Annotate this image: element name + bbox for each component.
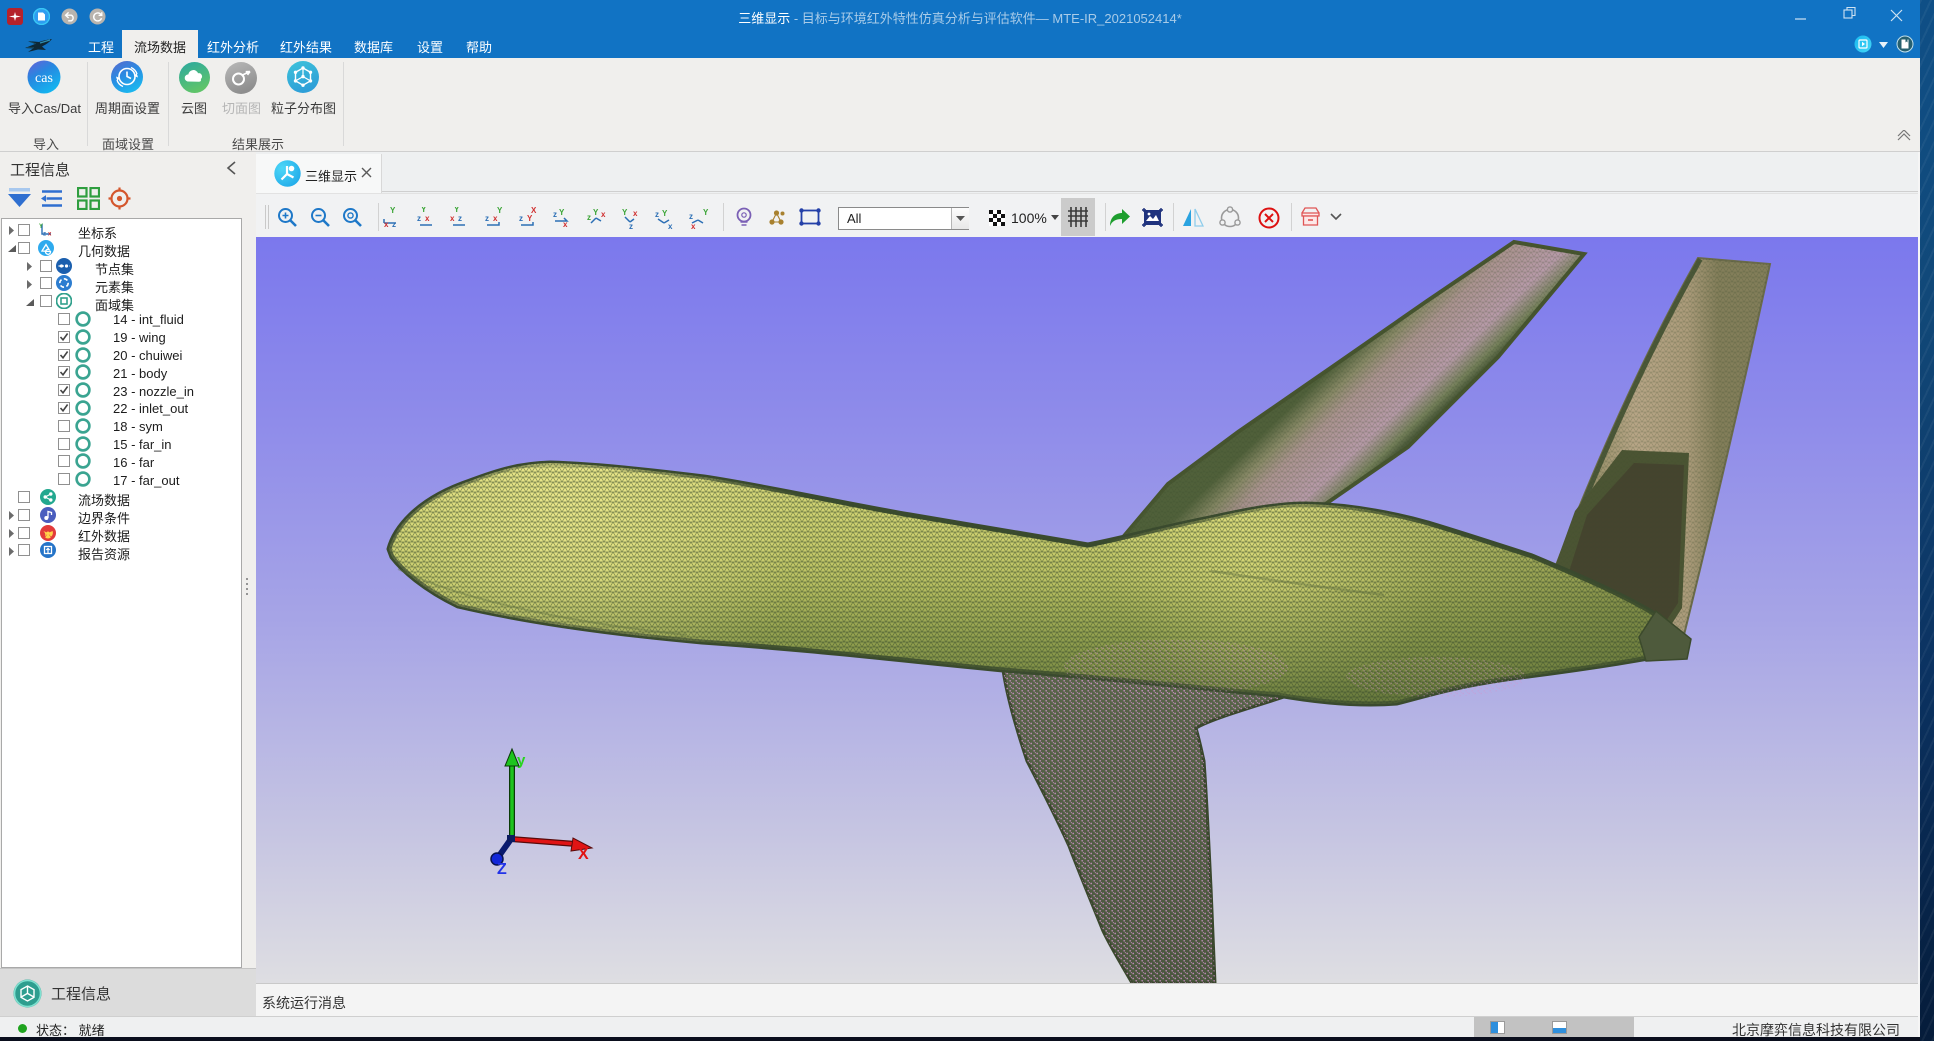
svg-text:Y: Y <box>527 214 533 223</box>
svg-text:Y: Y <box>703 208 709 217</box>
svg-text:x: x <box>691 222 696 229</box>
svg-text:z: z <box>43 231 46 237</box>
svg-text:z: z <box>458 214 462 223</box>
svg-text:y: y <box>517 752 526 769</box>
svg-text:X: X <box>531 207 537 215</box>
svg-text:z: z <box>485 214 489 223</box>
svg-text:z: z <box>392 220 396 229</box>
svg-text:x: x <box>493 214 498 223</box>
svg-text:Y: Y <box>662 209 668 218</box>
svg-text:x: x <box>425 214 430 223</box>
svg-text:x: x <box>633 209 638 218</box>
svg-text:Y: Y <box>559 208 565 217</box>
svg-text:x: x <box>563 220 568 229</box>
svg-text:x: x <box>48 231 52 237</box>
svg-text:z: z <box>519 214 523 223</box>
svg-text:Z: Z <box>497 861 507 878</box>
svg-text:x: x <box>668 222 673 229</box>
svg-text:Y: Y <box>421 207 427 214</box>
svg-text:x: x <box>601 210 606 219</box>
svg-text:z: z <box>655 210 659 219</box>
svg-text:x: x <box>384 220 389 229</box>
svg-text:z: z <box>629 222 633 229</box>
svg-text:cas: cas <box>35 71 53 86</box>
svg-text:z: z <box>689 212 693 221</box>
svg-text:Y: Y <box>390 207 396 215</box>
svg-text:Y: Y <box>497 207 503 215</box>
svg-text:Y: Y <box>454 207 460 214</box>
svg-text:x: x <box>450 214 455 223</box>
svg-text:X: X <box>578 846 589 863</box>
svg-text:z: z <box>417 214 421 223</box>
svg-text:Y: Y <box>593 208 599 217</box>
svg-text:Y: Y <box>39 224 43 230</box>
svg-text:Y: Y <box>622 208 628 217</box>
svg-text:z: z <box>553 210 557 219</box>
svg-text:z: z <box>587 213 591 222</box>
